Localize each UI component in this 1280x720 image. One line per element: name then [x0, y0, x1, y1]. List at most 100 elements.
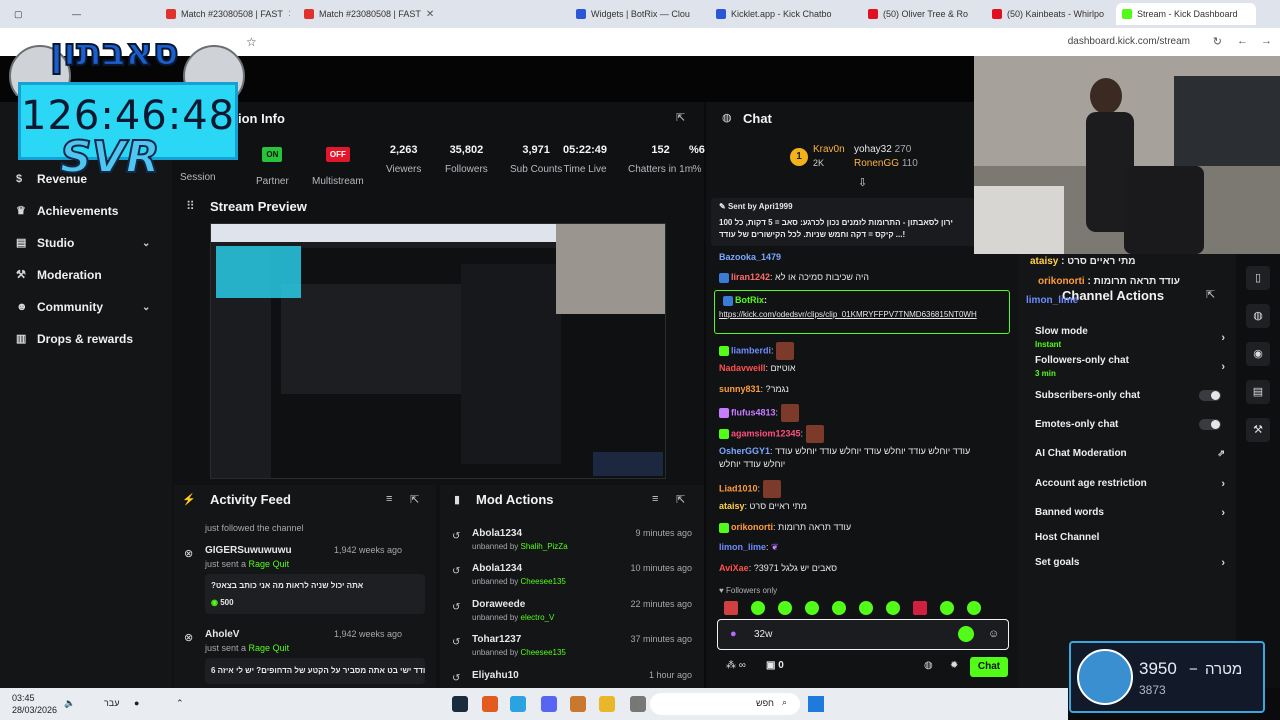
subscribers-only-toggle[interactable] — [1199, 390, 1221, 401]
rail-chat-icon[interactable]: ◍ — [1246, 304, 1270, 328]
window-menu-icon[interactable]: ▢ — [8, 3, 26, 25]
chat-username[interactable]: limon_lime — [719, 542, 766, 552]
chat-username[interactable]: orikonorti — [731, 522, 773, 532]
leaderboard-name[interactable]: RonenGG — [854, 158, 899, 169]
chat-send-button[interactable]: Chat — [970, 657, 1008, 677]
forward-icon[interactable]: → — [1261, 35, 1272, 47]
action-ai-moderation[interactable]: AI Chat Moderation ⇗ — [1035, 448, 1225, 459]
close-icon[interactable]: ✕ — [288, 9, 290, 20]
popout-icon[interactable]: ⇱ — [410, 493, 419, 506]
tab-kick-dashboard[interactable]: Stream - Kick Dashboard — [1116, 3, 1256, 25]
chat-username[interactable]: ataisy — [719, 501, 745, 511]
mic-icon[interactable]: ● — [134, 698, 139, 708]
action-host-channel[interactable]: Host Channel — [1035, 532, 1225, 543]
chat-username[interactable]: liamberdi — [731, 345, 771, 355]
pinned-user[interactable]: Apri1999 — [759, 202, 793, 211]
mod-by-user[interactable]: Shalih_PizZa — [521, 542, 568, 551]
back-icon[interactable]: ← — [1237, 35, 1248, 47]
gear-icon[interactable]: ✹ — [950, 660, 958, 671]
mod-target-user[interactable]: Abola1234 — [472, 563, 522, 574]
mod-target-user[interactable]: Abola1234 — [472, 528, 522, 539]
chevron-up-icon[interactable]: ⌃ — [176, 698, 184, 709]
sidebar-item-community[interactable]: ☻ Community ⌄ — [16, 300, 150, 314]
chat-link[interactable]: https://kick.com/odedsvr/clips/clip_01KM… — [719, 309, 1004, 321]
collapse-icon[interactable]: ⇩ — [858, 176, 867, 189]
clock-date[interactable]: 28/03/2026 — [12, 705, 57, 715]
chat-username[interactable]: sunny831 — [719, 384, 761, 394]
filter-icon[interactable]: ≡ — [386, 493, 392, 505]
mod-by-user[interactable]: Cheesee135 — [521, 577, 566, 586]
windows-start-icon[interactable] — [808, 696, 824, 712]
mic-icon[interactable]: ● — [730, 628, 737, 640]
steam-icon[interactable] — [452, 696, 468, 712]
emotes-only-toggle[interactable] — [1199, 419, 1221, 430]
telegram-icon[interactable] — [510, 696, 526, 712]
brave-icon[interactable] — [482, 696, 498, 712]
speaker-icon[interactable]: 🔈 — [64, 698, 75, 709]
window-icon[interactable] — [630, 696, 646, 712]
chat-username[interactable]: Liad1010 — [719, 483, 758, 493]
stream-preview[interactable] — [210, 223, 666, 479]
mod-target-user[interactable]: Doraweede — [472, 599, 525, 610]
emote-icon[interactable] — [832, 601, 846, 615]
app-icon[interactable] — [570, 696, 586, 712]
emote-icon[interactable] — [859, 601, 873, 615]
emote-icon[interactable] — [913, 601, 927, 615]
rail-broadcast-icon[interactable]: ◉ — [1246, 342, 1270, 366]
popout-icon[interactable]: ⇱ — [676, 111, 685, 124]
language-indicator[interactable]: עבר — [104, 698, 119, 708]
rail-layout-icon[interactable]: ▤ — [1246, 380, 1270, 404]
mod-by-user[interactable]: Cheesee135 — [521, 648, 566, 657]
sidebar-item-studio[interactable]: ▤ Studio ⌄ — [16, 236, 150, 250]
sidebar-item-drops[interactable]: ▥ Drops & rewards — [16, 332, 133, 346]
sidebar-item-achievements[interactable]: ♛ Achievements — [16, 204, 118, 218]
chat-username[interactable]: BotRix — [735, 295, 764, 305]
chat-username[interactable]: OsherGGY1 — [719, 446, 770, 456]
action-account-age[interactable]: Account age restriction › — [1035, 478, 1225, 490]
emote-icon[interactable] — [940, 601, 954, 615]
filter-icon[interactable]: ≡ — [652, 493, 658, 505]
tab-6[interactable]: (50) Kainbeats - Whirlpo — [986, 3, 1111, 25]
chat-input[interactable]: ● 32w ☺ — [717, 619, 1009, 650]
action-emotes-only[interactable]: Emotes-only chat — [1035, 419, 1225, 430]
sidebar-item-moderation[interactable]: ⚒ Moderation — [16, 268, 102, 282]
emote-icon[interactable] — [886, 601, 900, 615]
popout-icon[interactable]: ⇱ — [1206, 288, 1215, 301]
grip-icon[interactable]: ⠿ — [186, 199, 195, 213]
chat-username[interactable]: AviXae — [719, 563, 749, 573]
emote-icon[interactable] — [751, 601, 765, 615]
rail-phone-icon[interactable]: ▯ — [1246, 266, 1270, 290]
chat-username[interactable]: flufus4813 — [731, 407, 776, 417]
leaderboard-first-name[interactable]: Krav0n — [813, 144, 845, 155]
url-text[interactable]: dashboard.kick.com/stream — [1068, 36, 1190, 47]
chat-username[interactable]: agamsiom12345 — [731, 428, 801, 438]
emote-icon[interactable] — [724, 601, 738, 615]
action-followers-only[interactable]: Followers-only chat 3 min › — [1035, 355, 1225, 378]
smiley-icon[interactable]: ☺ — [988, 628, 999, 640]
tab-3[interactable]: Widgets | BotRix — Clou — [570, 3, 705, 25]
chat-bubble-icon[interactable]: ◍ — [924, 660, 933, 671]
kick-emote-icon[interactable] — [958, 626, 974, 642]
action-subscribers-only[interactable]: Subscribers-only chat — [1035, 390, 1225, 401]
emote-icon[interactable] — [967, 601, 981, 615]
chrome-icon[interactable] — [599, 696, 615, 712]
feed-username[interactable]: AholeV — [205, 629, 239, 640]
emote-icon[interactable] — [805, 601, 819, 615]
gift-count[interactable]: ▣ 0 — [766, 660, 784, 671]
tab-1[interactable]: Match #23080508 | FAST ✕ — [160, 3, 290, 25]
action-slow-mode[interactable]: Slow mode Instant › — [1035, 326, 1225, 349]
action-set-goals[interactable]: Set goals › — [1035, 557, 1225, 569]
chat-username[interactable]: Bazooka_1479 — [719, 252, 781, 262]
tab-4[interactable]: Kicklet.app - Kick Chatbo — [710, 3, 838, 25]
rail-wrench-icon[interactable]: ⚒ — [1246, 418, 1270, 442]
discord-icon[interactable] — [541, 696, 557, 712]
emote-icon[interactable] — [778, 601, 792, 615]
leaderboard-name[interactable]: yohay32 — [854, 144, 892, 155]
clock-time[interactable]: 03:45 — [12, 693, 35, 703]
action-banned-words[interactable]: Banned words › — [1035, 507, 1225, 519]
mod-target-user[interactable]: Eliyahu10 — [472, 670, 519, 681]
chat-username[interactable]: Nadavweill — [719, 363, 766, 373]
tab-5[interactable]: (50) Oliver Tree & Ro — [862, 3, 972, 25]
minimize-icon[interactable]: — — [66, 3, 84, 25]
tab-2[interactable]: Match #23080508 | FAST ✕ — [298, 3, 440, 25]
